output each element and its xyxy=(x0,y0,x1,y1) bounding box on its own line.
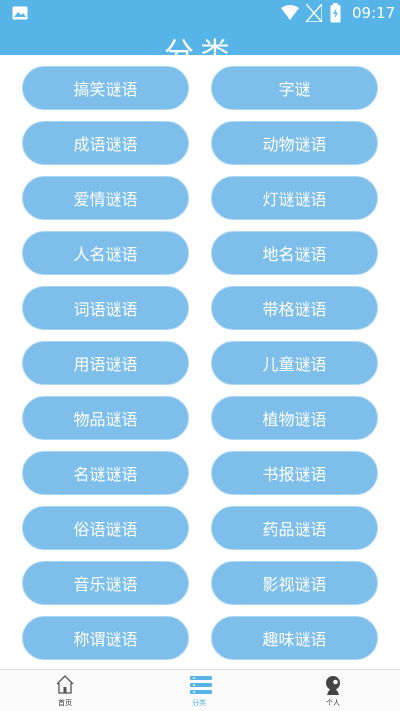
category-button[interactable]: 成语谜语 xyxy=(22,121,189,165)
user-icon xyxy=(326,676,340,695)
wifi-icon xyxy=(281,5,299,20)
image-icon xyxy=(12,6,28,20)
category-button[interactable]: 带格谜语 xyxy=(211,286,378,330)
category-button[interactable]: 爱情谜语 xyxy=(22,176,189,220)
category-button[interactable]: 儿童谜语 xyxy=(211,341,378,385)
category-button[interactable]: 人名谜语 xyxy=(22,231,189,275)
signal-icon xyxy=(306,4,322,22)
category-button[interactable]: 影视谜语 xyxy=(211,561,378,605)
status-bar: 09:17 xyxy=(0,0,400,27)
category-button[interactable]: 地名谜语 xyxy=(211,231,378,275)
category-button[interactable]: 灯谜谜语 xyxy=(211,176,378,220)
category-button[interactable]: 名谜谜语 xyxy=(22,451,189,495)
list-icon xyxy=(190,676,212,694)
category-button[interactable]: 音乐谜语 xyxy=(22,561,189,605)
category-button[interactable]: 词语谜语 xyxy=(22,286,189,330)
category-button[interactable]: 动物谜语 xyxy=(211,121,378,165)
category-button[interactable]: 搞笑谜语 xyxy=(22,66,189,110)
category-button[interactable]: 字谜 xyxy=(211,66,378,110)
category-button[interactable]: 书报谜语 xyxy=(211,451,378,495)
nav-category[interactable]: 分类 xyxy=(159,670,239,711)
nav-category-label: 分类 xyxy=(192,699,206,707)
category-button[interactable]: 药品谜语 xyxy=(211,506,378,550)
home-icon xyxy=(56,675,74,694)
category-button[interactable]: 俗语谜语 xyxy=(22,506,189,550)
category-button[interactable]: 物品谜语 xyxy=(22,396,189,440)
category-grid: 搞笑谜语 字谜 成语谜语 动物谜语 爱情谜语 灯谜谜语 人名谜语 地名谜语 词语… xyxy=(22,66,378,660)
nav-profile[interactable]: 个人 xyxy=(293,670,373,711)
nav-home[interactable]: 首页 xyxy=(25,670,105,711)
battery-icon xyxy=(330,3,341,23)
category-button[interactable]: 称谓谜语 xyxy=(22,616,189,660)
category-button[interactable]: 用语谜语 xyxy=(22,341,189,385)
category-button[interactable]: 趣味谜语 xyxy=(211,616,378,660)
nav-profile-label: 个人 xyxy=(326,699,340,707)
bottom-nav: 首页 分类 个人 xyxy=(0,669,400,711)
header-bar: 分类 xyxy=(0,27,400,55)
status-time: 09:17 xyxy=(352,4,396,22)
page-title: 分类 xyxy=(164,37,236,55)
category-button[interactable]: 植物谜语 xyxy=(211,396,378,440)
nav-home-label: 首页 xyxy=(58,699,72,707)
